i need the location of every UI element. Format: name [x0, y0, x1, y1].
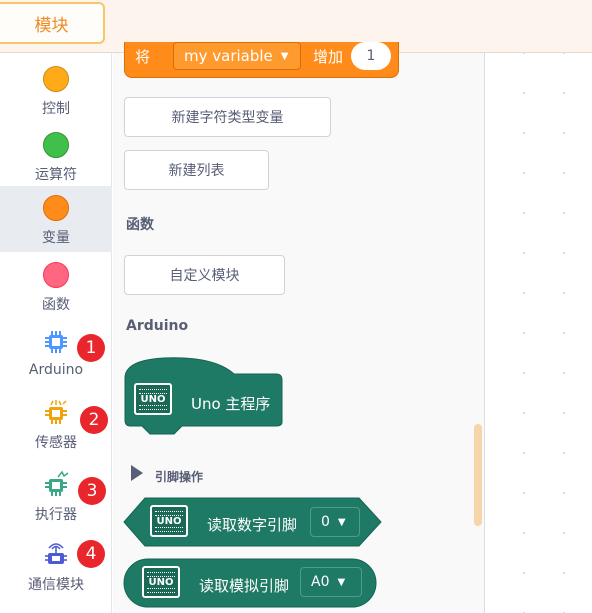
category-functions[interactable]: 函数 [0, 253, 112, 319]
category-label: 运算符 [35, 167, 77, 183]
category-operators[interactable]: 运算符 [0, 123, 112, 189]
new-list-button[interactable]: 新建列表 [124, 150, 269, 190]
arduino-heading: Arduino [126, 318, 189, 334]
category-label: 控制 [42, 101, 70, 117]
badge-1: 1 [77, 334, 105, 362]
digital-pin-value: 0 [321, 514, 330, 530]
tab-blocks[interactable]: 模块 [0, 2, 105, 44]
operators-color-dot [43, 132, 69, 158]
analog-read-label: 读取模拟引脚 [199, 577, 290, 595]
variables-color-dot [43, 195, 69, 221]
palette-scrollbar[interactable] [474, 424, 482, 526]
variable-name: my variable [184, 47, 273, 65]
functions-heading: 函数 [126, 217, 154, 233]
category-control[interactable]: 控制 [0, 57, 112, 123]
badge-4: 4 [77, 540, 105, 568]
actuator-chip-icon [42, 470, 70, 498]
increment-value-input[interactable]: 1 [351, 42, 391, 70]
make-custom-block-button[interactable]: 自定义模块 [124, 255, 285, 295]
dropdown-arrow-icon: ▼ [280, 50, 289, 62]
category-label: Arduino [28, 362, 84, 378]
code-workspace[interactable] [486, 53, 592, 613]
badge-3: 3 [78, 477, 106, 505]
communication-chip-icon [42, 540, 70, 568]
dropdown-arrow-icon: ▼ [337, 576, 346, 588]
block-prefix-text: 将 [135, 48, 151, 66]
analog-pin-dropdown[interactable]: A0 ▼ [300, 567, 362, 597]
digital-read-label: 读取数字引脚 [207, 516, 298, 534]
dropdown-arrow-icon: ▼ [337, 516, 346, 528]
arduino-chip-icon [42, 328, 70, 356]
category-label: 函数 [42, 297, 70, 313]
category-label: 通信模块 [28, 577, 84, 593]
category-label: 传感器 [35, 435, 77, 451]
sensor-chip-icon [42, 398, 70, 426]
digital-pin-dropdown[interactable]: 0 ▼ [310, 507, 360, 537]
main-program-label: Uno 主程序 [191, 395, 271, 413]
control-color-dot [43, 66, 69, 92]
uno-board-icon: UNO [150, 505, 188, 537]
uno-board-icon: UNO [142, 566, 180, 598]
analog-pin-value: A0 [311, 574, 330, 590]
category-menu: 控制 运算符 变量 函数 Arduino 传感器 执行器 通信模块 [0, 53, 112, 613]
category-variables[interactable]: 变量 [0, 186, 112, 252]
variable-dropdown[interactable]: my variable ▼ [173, 42, 301, 70]
uno-board-icon: UNO [134, 383, 172, 415]
functions-color-dot [43, 262, 69, 288]
collapse-caret-icon[interactable] [131, 465, 143, 481]
badge-2: 2 [80, 406, 108, 434]
block-op-text: 增加 [313, 48, 344, 66]
category-label: 执行器 [35, 507, 77, 523]
pin-operations-heading: 引脚操作 [155, 470, 204, 484]
change-variable-block[interactable]: 将 my variable ▼ 增加 1 [124, 42, 399, 78]
category-label: 变量 [42, 230, 70, 246]
new-string-variable-button[interactable]: 新建字符类型变量 [124, 97, 331, 137]
